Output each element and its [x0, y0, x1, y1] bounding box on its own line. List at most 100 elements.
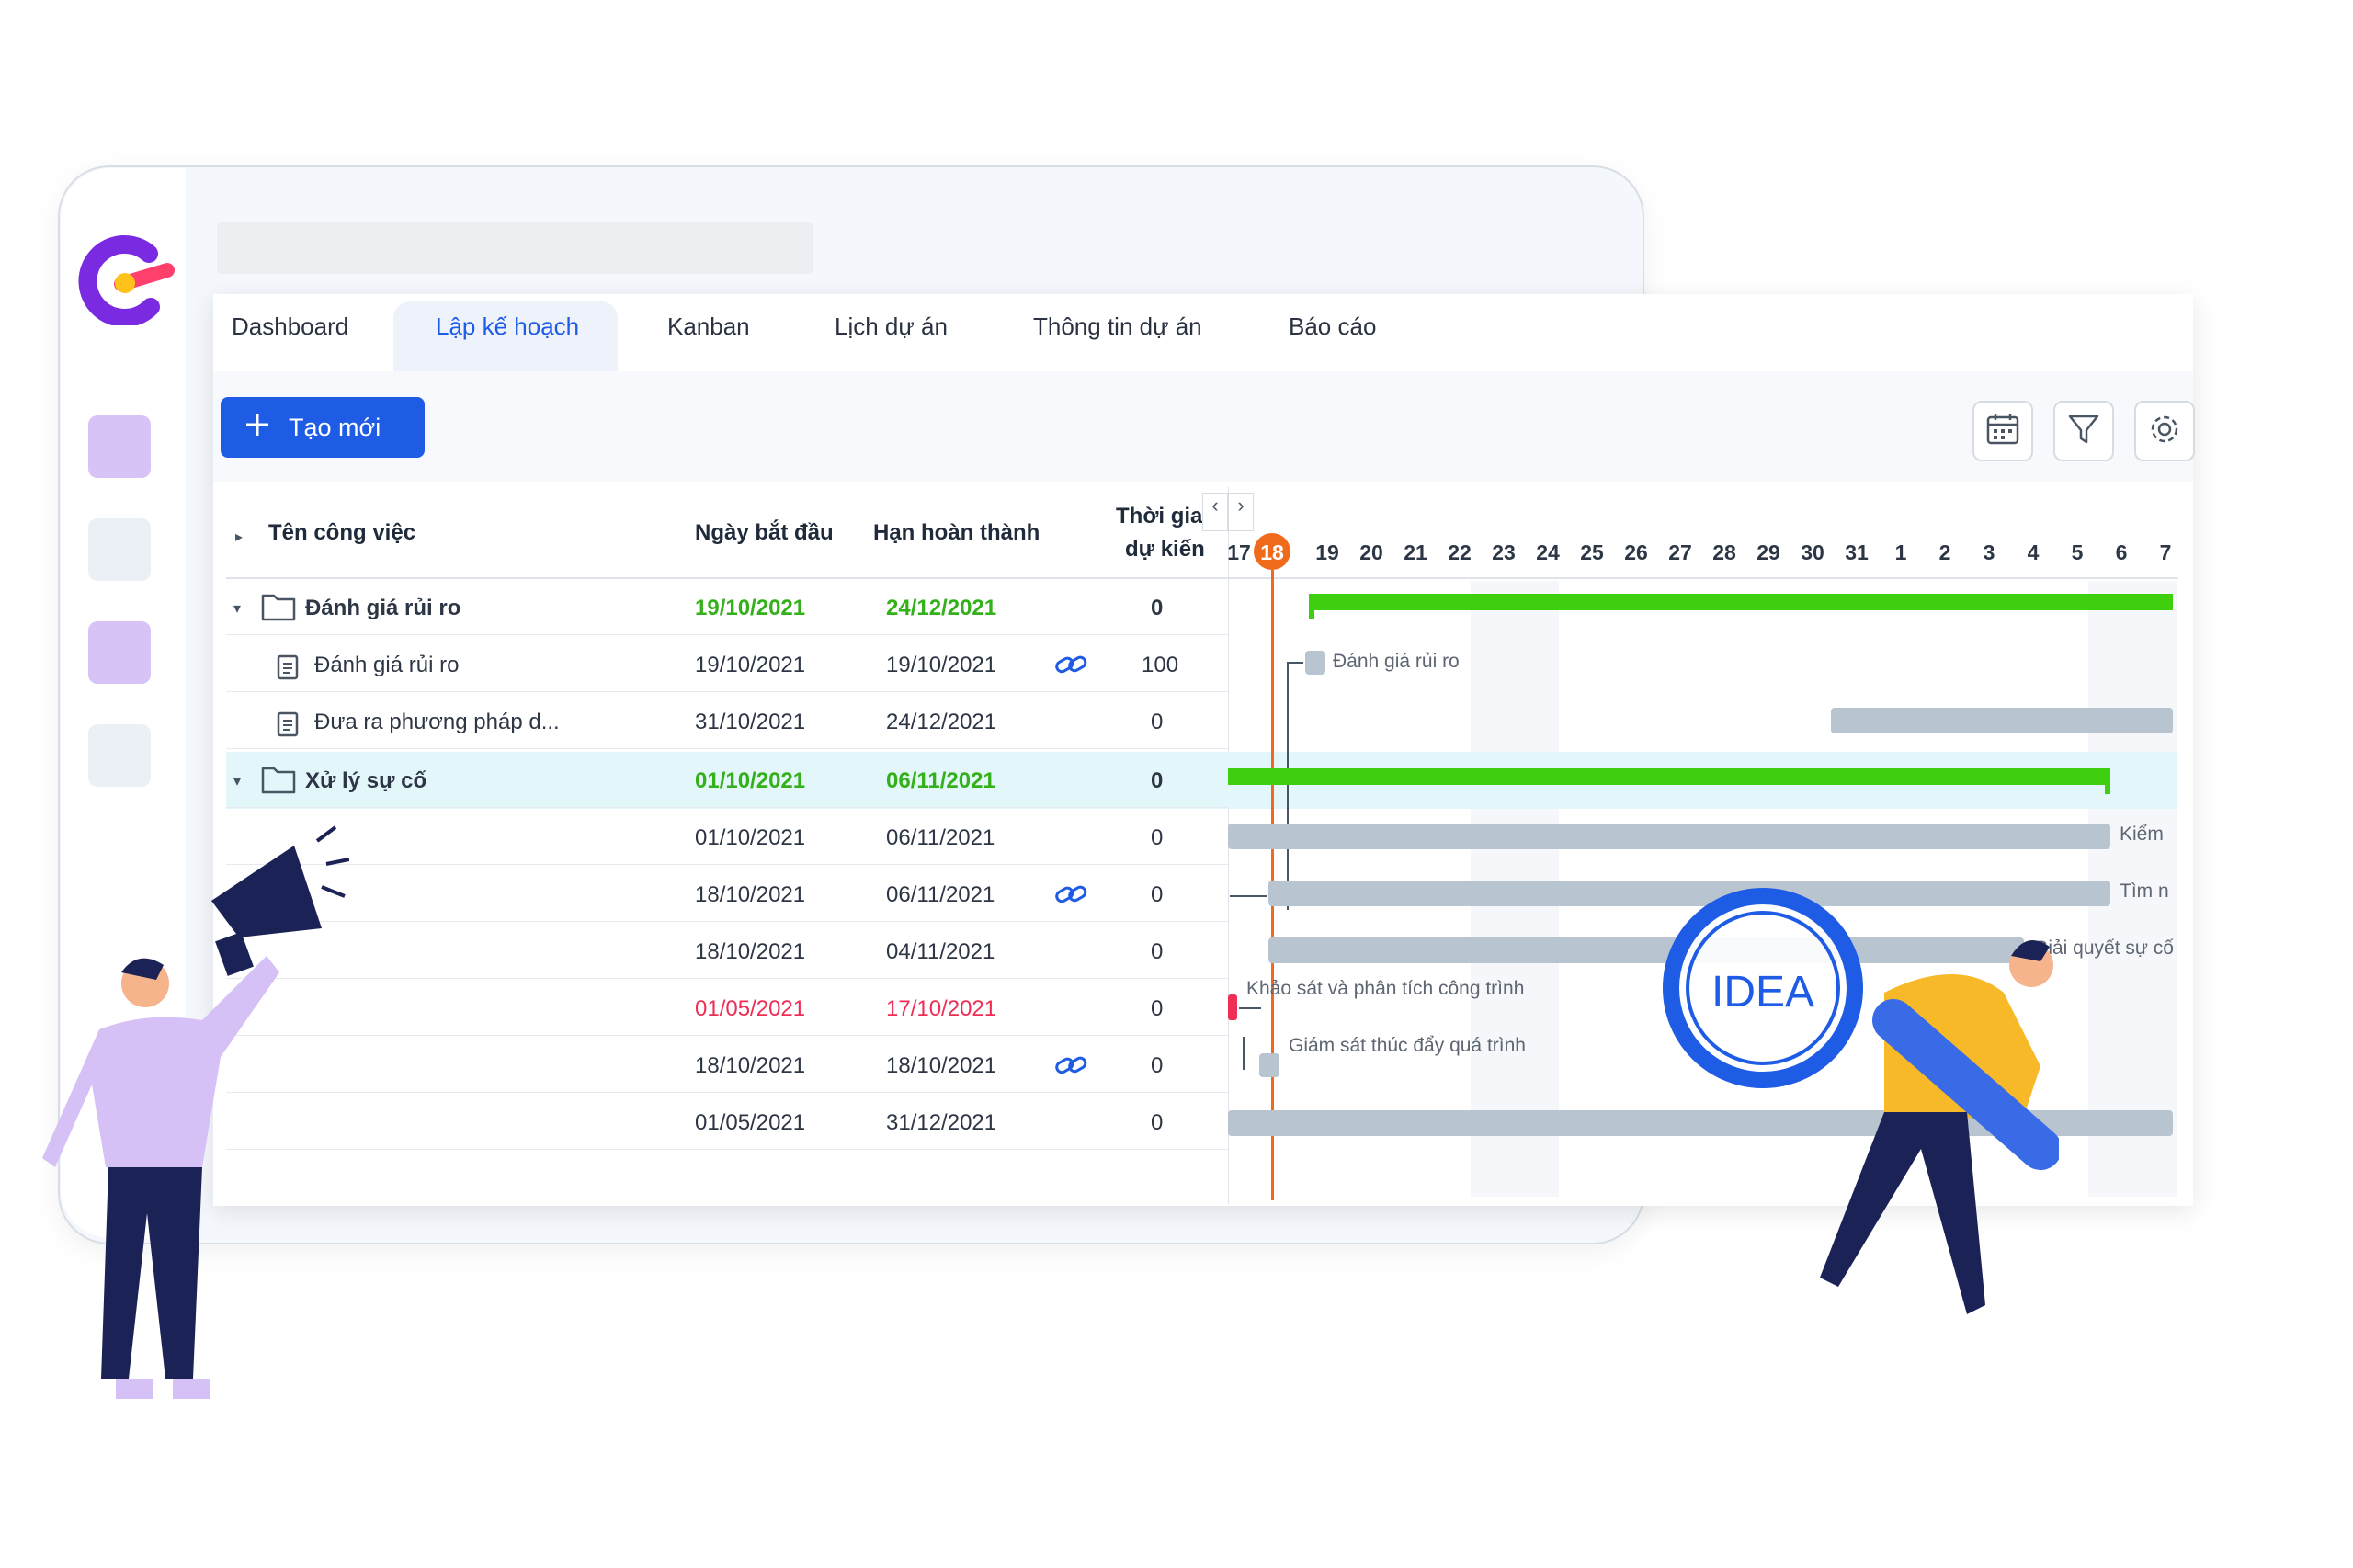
timeline-day: 4 — [2027, 540, 2040, 564]
task-duration: 0 — [1151, 1053, 1164, 1078]
chevron-right-icon: › — [1237, 494, 1245, 517]
task-name[interactable]: Đưa ra phương pháp d... — [314, 710, 560, 735]
gantt-milestone[interactable] — [1305, 651, 1325, 675]
row-divider — [226, 634, 1228, 635]
today-label: 18 — [1260, 540, 1284, 564]
settings-icon — [2146, 411, 2183, 452]
timeline-day: 22 — [1448, 540, 1472, 564]
gantt-label-monitor: Giám sát thúc đẩy quá trình — [1289, 1035, 1526, 1056]
task-due: 04/11/2021 — [886, 939, 995, 964]
task-start: 19/10/2021 — [695, 653, 806, 677]
timeline-day: 31 — [1845, 540, 1869, 564]
row-divider — [226, 748, 1228, 749]
task-duration: 0 — [1151, 596, 1164, 620]
header-duration-line2[interactable]: dự kiến — [1125, 537, 1205, 562]
timeline-day: 1 — [1894, 540, 1907, 564]
timeline-day: 21 — [1404, 540, 1427, 564]
header-duration-line1[interactable]: Thời gian — [1116, 504, 1204, 529]
sidebar-item-3[interactable] — [88, 621, 151, 684]
row-divider — [226, 807, 1228, 808]
calendar-icon — [1984, 411, 2021, 452]
task-duration: 0 — [1151, 710, 1164, 734]
plus-icon — [243, 410, 272, 446]
folder-icon — [261, 592, 296, 626]
timeline-day: 24 — [1536, 540, 1560, 564]
task-start: 01/10/2021 — [695, 825, 806, 850]
task-start: 18/10/2021 — [695, 882, 806, 907]
timeline-day: 23 — [1492, 540, 1516, 564]
tab-dashboard[interactable]: Dashboard — [232, 312, 348, 341]
gantt-milestone-red[interactable] — [1228, 994, 1237, 1020]
task-duration: 0 — [1151, 882, 1164, 907]
gantt-dependency-line — [1239, 1007, 1261, 1009]
gantt-dependency-line — [1287, 662, 1289, 910]
task-start: 19/10/2021 — [695, 596, 806, 620]
task-icon — [276, 653, 300, 685]
gantt-summary-bar-tick — [1309, 594, 1314, 619]
task-due: 19/10/2021 — [886, 653, 997, 677]
expand-group-icon[interactable]: ▾ — [233, 772, 241, 790]
task-start: 01/10/2021 — [695, 768, 806, 793]
task-start: 18/10/2021 — [695, 1053, 806, 1078]
app-logo[interactable] — [77, 233, 178, 327]
gantt-task-bar[interactable] — [1831, 708, 2173, 733]
timeline-day: 17 — [1227, 540, 1251, 564]
idea-text: IDEA — [1711, 968, 1814, 1017]
task-name[interactable]: Đánh giá rủi ro — [314, 653, 459, 678]
header-start-date[interactable]: Ngày bắt đầu — [695, 520, 834, 546]
task-due: 17/10/2021 — [886, 996, 997, 1021]
row-divider — [226, 978, 1228, 979]
sidebar-item-4[interactable] — [88, 724, 151, 787]
sidebar-item-1[interactable] — [88, 415, 151, 478]
task-due: 06/11/2021 — [886, 768, 995, 793]
megaphone-icon — [211, 825, 350, 976]
task-start: 31/10/2021 — [695, 710, 806, 734]
task-start: 01/05/2021 — [695, 996, 806, 1021]
gantt-summary-bar[interactable] — [1309, 594, 2173, 610]
gantt-label-check: Kiểm — [2120, 824, 2164, 845]
timeline-day: 29 — [1756, 540, 1780, 564]
link-icon[interactable] — [1053, 1051, 1088, 1084]
idea-magnifier-illustration: IDEA — [1654, 882, 2062, 1365]
task-duration: 0 — [1151, 768, 1164, 793]
timeline-scroll-right[interactable]: › — [1228, 493, 1254, 531]
timeline-day: 25 — [1580, 540, 1604, 564]
timeline-day: 3 — [1983, 540, 1995, 564]
header-divider — [226, 577, 2178, 579]
create-button[interactable]: Tạo mới — [221, 397, 425, 458]
search-placeholder[interactable] — [217, 222, 813, 274]
timeline-day: 5 — [2071, 540, 2084, 564]
header-due-date[interactable]: Hạn hoàn thành — [873, 520, 1040, 546]
tab-kanban[interactable]: Kanban — [667, 312, 750, 341]
tab-project-info[interactable]: Thông tin dự án — [1033, 312, 1202, 341]
timeline-day: 27 — [1668, 540, 1692, 564]
calendar-button[interactable] — [1972, 401, 2033, 461]
gantt-label-find: Tìm n — [2120, 881, 2169, 902]
task-name[interactable]: Xử lý sự cố — [305, 768, 426, 794]
task-due: 18/10/2021 — [886, 1053, 997, 1078]
expand-all-icon[interactable]: ▸ — [235, 528, 243, 546]
gantt-task-bar[interactable] — [1228, 824, 2110, 849]
sidebar-item-2[interactable] — [88, 518, 151, 581]
link-icon[interactable] — [1053, 651, 1088, 683]
timeline-day: 6 — [2115, 540, 2128, 564]
timeline-day: 20 — [1359, 540, 1383, 564]
tab-reports[interactable]: Báo cáo — [1289, 312, 1376, 341]
task-start: 01/05/2021 — [695, 1110, 806, 1135]
task-duration: 0 — [1151, 1110, 1164, 1135]
link-icon[interactable] — [1053, 881, 1088, 913]
header-task-name[interactable]: Tên công việc — [268, 520, 415, 546]
create-button-label: Tạo mới — [289, 413, 381, 441]
task-due: 24/12/2021 — [886, 596, 997, 620]
expand-group-icon[interactable]: ▾ — [233, 599, 241, 618]
task-name[interactable]: Đánh giá rủi ro — [305, 596, 460, 621]
filter-icon — [2065, 411, 2102, 452]
settings-button[interactable] — [2134, 401, 2195, 461]
timeline-scroll-left[interactable]: ‹ — [1202, 493, 1228, 531]
megaphone-person-illustration — [18, 809, 350, 1438]
filter-button[interactable] — [2053, 401, 2114, 461]
tab-planning[interactable]: Lập kế hoạch — [436, 312, 579, 341]
gantt-milestone[interactable] — [1259, 1053, 1279, 1077]
tab-schedule[interactable]: Lịch dự án — [835, 312, 948, 341]
gantt-summary-bar[interactable] — [1228, 768, 2110, 785]
